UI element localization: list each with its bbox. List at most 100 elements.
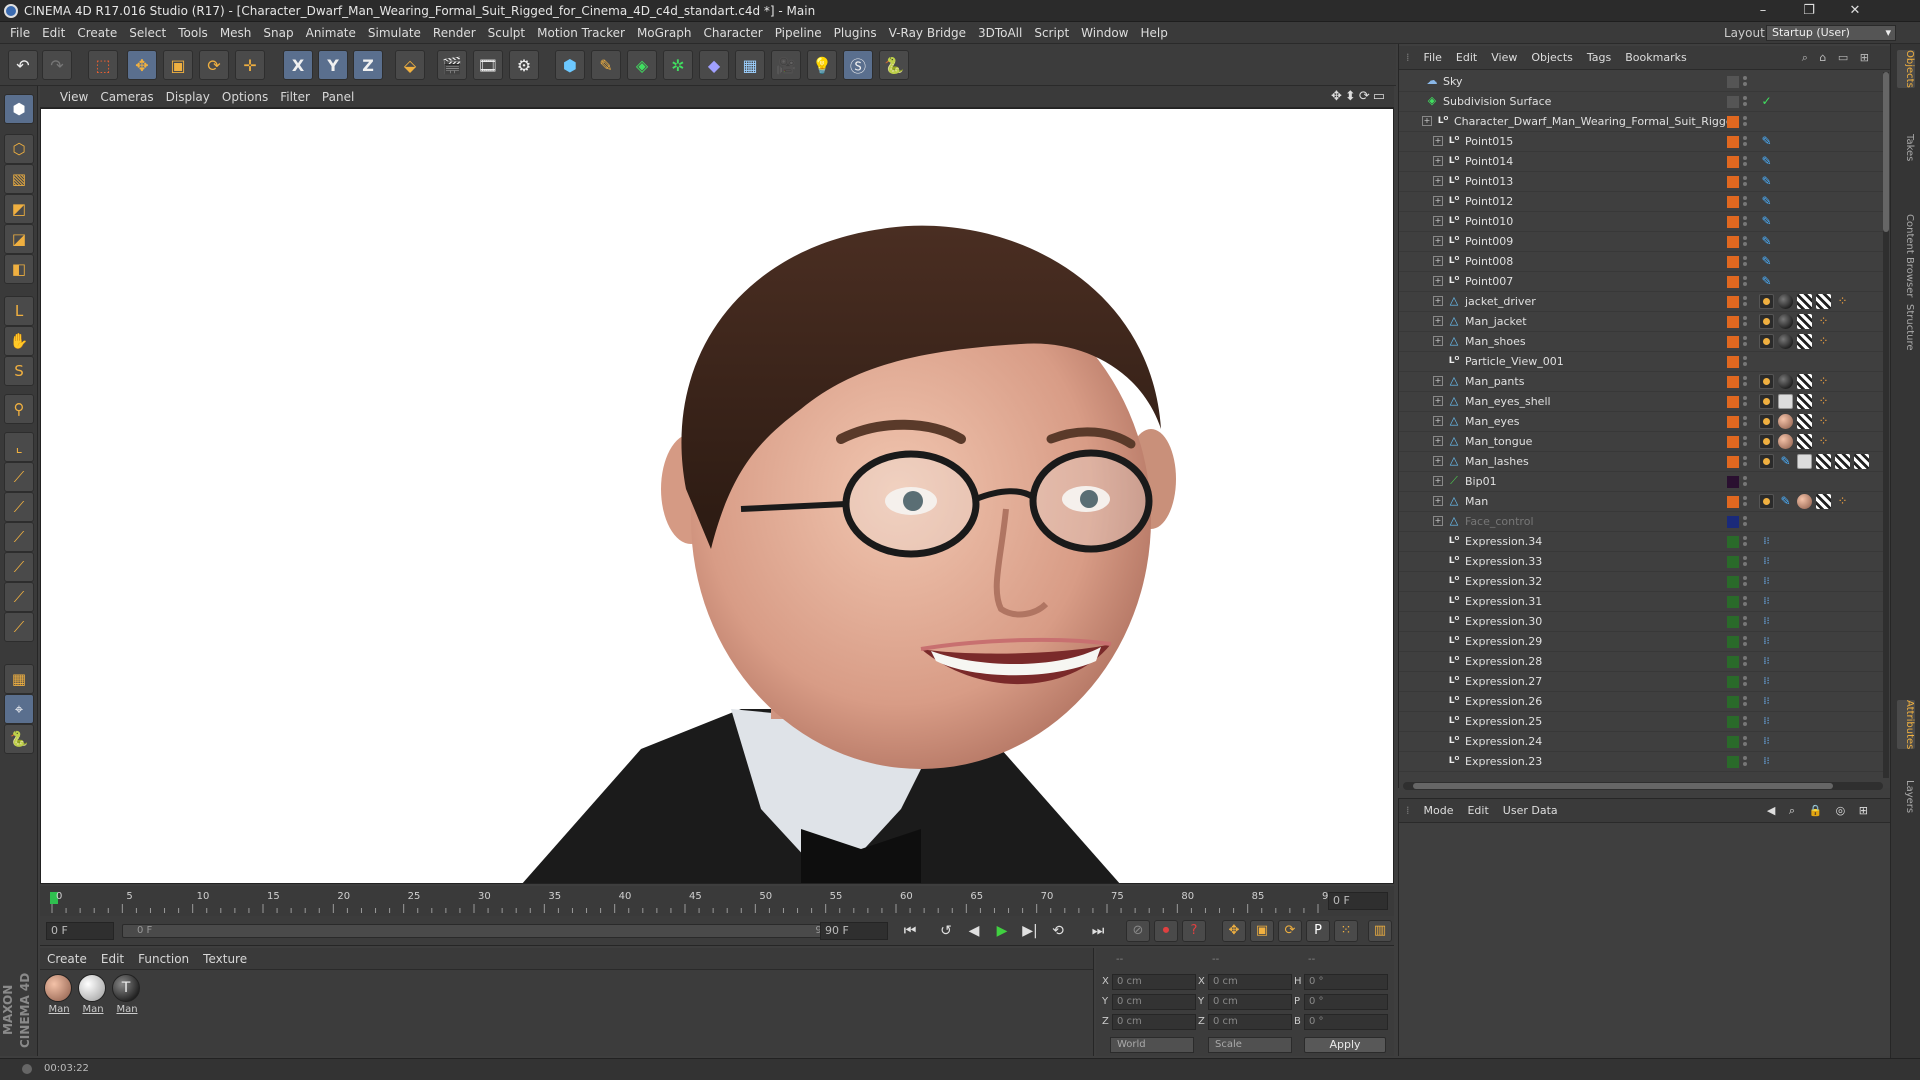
layer-color-swatch[interactable] [1727,716,1739,728]
visibility-dots[interactable] [1743,215,1749,229]
layer-color-swatch[interactable] [1727,736,1739,748]
phong-tag-icon[interactable] [1759,494,1774,509]
edges-mode-icon[interactable]: ◪ [4,224,34,254]
layer-color-swatch[interactable] [1727,196,1739,208]
render-visibility-dot[interactable] [1743,722,1747,726]
object-name[interactable]: Point009 [1465,235,1513,248]
layer-color-swatch[interactable] [1727,616,1739,628]
layer-color-swatch[interactable] [1727,136,1739,148]
object-name[interactable]: Particle_View_001 [1465,355,1564,368]
pose-morph-tag-icon[interactable]: ✎ [1759,134,1774,149]
weight-tag-icon[interactable]: ⁘ [1816,374,1831,389]
visibility-dots[interactable] [1743,515,1749,529]
object-name[interactable]: Expression.26 [1465,695,1542,708]
expand-toggle-icon[interactable]: + [1433,216,1443,226]
object-name[interactable]: jacket_driver [1465,295,1536,308]
visibility-dots[interactable] [1743,115,1749,129]
weight-tag-icon[interactable]: ⁘ [1816,314,1831,329]
layer-color-swatch[interactable] [1727,576,1739,588]
side-tab-objects[interactable]: Objects [1897,50,1915,88]
add-tool-button[interactable]: ✛ [235,50,265,80]
visibility-dots[interactable] [1743,475,1749,489]
menu-render[interactable]: Render [427,22,482,44]
object-name[interactable]: Expression.24 [1465,735,1542,748]
visibility-dots[interactable] [1743,235,1749,249]
editor-visibility-dot[interactable] [1743,276,1747,280]
expand-toggle-icon[interactable]: + [1433,456,1443,466]
expand-toggle-icon[interactable]: + [1433,436,1443,446]
workplane-icon[interactable]: ⌞ [4,432,34,462]
object-row[interactable]: + Lᴼ Point014 ✎ [1399,152,1883,172]
black-material-tag-icon[interactable] [1778,374,1793,389]
visibility-dots[interactable] [1743,755,1749,769]
render-visibility-dot[interactable] [1743,642,1747,646]
attribute-menu-mode[interactable]: Mode [1417,799,1461,823]
visibility-dots[interactable] [1743,255,1749,269]
menu-file[interactable]: File [4,22,36,44]
uvw-tag-icon[interactable] [1816,454,1831,469]
pose-morph-tag-icon[interactable]: ✎ [1759,214,1774,229]
camera-button[interactable]: 🎥 [771,50,801,80]
render-settings-button[interactable]: ⚙ [509,50,539,80]
visibility-dots[interactable] [1743,595,1749,609]
xpresso-tag-icon[interactable]: ⁞⁝ [1759,734,1774,749]
uvw-tag-icon[interactable] [1816,494,1831,509]
object-row[interactable]: ◈ Subdivision Surface ✓ [1399,92,1883,112]
viewport-menu-panel[interactable]: Panel [316,86,360,108]
object-name[interactable]: Point007 [1465,275,1513,288]
layer-color-swatch[interactable] [1727,496,1739,508]
editor-visibility-dot[interactable] [1743,336,1747,340]
pose-morph-tag-icon[interactable]: ✎ [1759,194,1774,209]
timeline-window-icon[interactable]: ▥ [1368,920,1392,942]
visibility-dots[interactable] [1743,175,1749,189]
rot-p-field[interactable]: 0 ° [1304,994,1388,1010]
key-scale-icon[interactable]: ▣ [1250,920,1274,942]
render-visibility-dot[interactable] [1743,282,1747,286]
object-row[interactable]: + △ Face_control [1399,512,1883,532]
object-name[interactable]: Expression.33 [1465,555,1542,568]
visibility-dots[interactable] [1743,295,1749,309]
object-row[interactable]: + Lᴼ Character_Dwarf_Man_Wearing_Formal_Su… [1399,112,1883,132]
layer-color-swatch[interactable] [1727,116,1739,128]
object-name[interactable]: Point008 [1465,255,1513,268]
visibility-dots[interactable] [1743,415,1749,429]
coordinate-space-dropdown[interactable]: World [1110,1037,1194,1053]
object-mode-icon[interactable]: ⬡ [4,134,34,164]
xpresso-tag-icon[interactable]: ⁞⁝ [1759,594,1774,609]
minimize-button[interactable]: – [1740,0,1786,22]
model-mode-icon[interactable]: ⬢ [4,94,34,124]
object-row[interactable]: Lᴼ Expression.23 ⁞⁝ [1399,752,1883,772]
layer-color-swatch[interactable] [1727,536,1739,548]
autokey-icon[interactable]: ? [1182,920,1206,942]
object-manager-tool-icons[interactable]: ⌕ ⌂ ▭ ⊞ [1795,46,1880,70]
play-button[interactable]: ▶ [990,920,1014,942]
render-visibility-dot[interactable] [1743,542,1747,546]
viewport-menu-cameras[interactable]: Cameras [94,86,159,108]
object-name[interactable]: Face_control [1465,515,1534,528]
object-row[interactable]: + △ Man_lashes ✎ [1399,452,1883,472]
menu-character[interactable]: Character [697,22,768,44]
render-visibility-dot[interactable] [1743,142,1747,146]
sculpt-icon[interactable]: ⌖ [4,694,34,724]
layer-color-swatch[interactable] [1727,236,1739,248]
object-row[interactable]: + Lᴼ Point013 ✎ [1399,172,1883,192]
layer-color-swatch[interactable] [1727,396,1739,408]
object-name[interactable]: Man_eyes [1465,415,1519,428]
uvw-tag-icon[interactable] [1797,314,1812,329]
object-row[interactable]: Lᴼ Expression.25 ⁞⁝ [1399,712,1883,732]
expand-toggle-icon[interactable]: + [1433,196,1443,206]
side-tab-takes[interactable]: Takes [1897,134,1915,161]
editor-visibility-dot[interactable] [1743,636,1747,640]
object-row[interactable]: Lᴼ Expression.30 ⁞⁝ [1399,612,1883,632]
visibility-dots[interactable] [1743,735,1749,749]
tweak-mode-icon[interactable]: ✋ [4,326,34,356]
black-material-tag-icon[interactable] [1778,334,1793,349]
skin-material-tag-icon[interactable] [1778,414,1793,429]
weight-tag-icon[interactable]: ⁘ [1835,494,1850,509]
uvw-tag-icon[interactable] [1797,334,1812,349]
maximize-button[interactable]: ❐ [1786,0,1832,22]
object-row[interactable]: Lᴼ Particle_View_001 [1399,352,1883,372]
layer-color-swatch[interactable] [1727,256,1739,268]
layer-color-swatch[interactable] [1727,656,1739,668]
layer-color-swatch[interactable] [1727,756,1739,768]
